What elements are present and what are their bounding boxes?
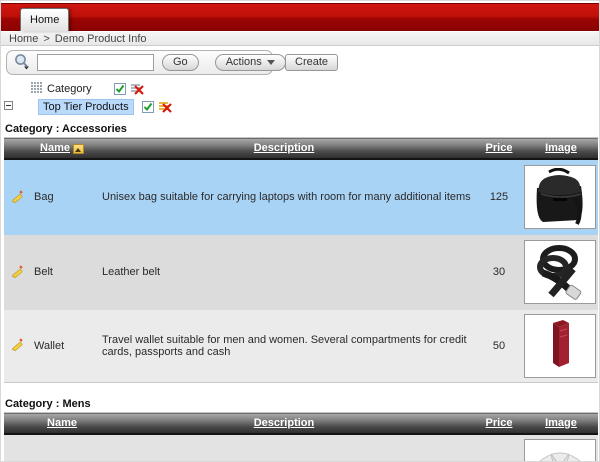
edit-column-header [4,137,30,160]
cell-price: 125 [474,158,524,235]
column-header-image-label: Image [545,141,577,154]
table-row-bag: Bag Unisex bag suitable for carrying lap… [4,158,598,235]
column-header-description-label: Description [253,141,315,154]
mens-header-row: Name Description Price Image [4,412,598,435]
cell-name: Bag [30,158,94,235]
table-row-wallet: Wallet Travel wallet suitable for men an… [4,309,598,383]
go-button-label: Go [173,56,188,68]
remove-top-tier-filter-icon[interactable] [158,101,173,114]
remove-category-break-icon[interactable] [130,83,145,96]
column-header-price[interactable]: Price [474,137,524,160]
search-input[interactable] [37,53,154,71]
search-icon[interactable] [13,53,32,71]
accessories-header-row: Name Description Price Image [4,137,598,160]
search-bar-region: Go Actions [6,49,286,75]
edit-pencil-icon[interactable] [10,264,24,281]
top-tab-bar: Home [1,3,599,31]
edit-column-header [4,412,30,435]
column-header-price-label: Price [485,141,513,154]
column-header-name[interactable]: Name [30,412,94,435]
create-button-label: Create [295,56,329,68]
column-header-image-label: Image [545,416,577,429]
column-header-price-label: Price [485,416,513,429]
belt-photo-image [524,240,596,304]
table-row-belt: Belt Leather belt 30 [4,234,598,310]
column-header-image[interactable]: Image [524,412,598,435]
create-button[interactable]: Create [285,53,339,71]
breadcrumb-home-link[interactable]: Home [9,33,38,45]
chevron-down-icon [266,59,275,65]
tab-home-label: Home [30,14,60,26]
breadcrumb-current: Demo Product Info [54,32,147,45]
category-checkbox[interactable] [113,83,126,95]
mens-report-table: Name Description Price Image [4,412,598,461]
breadcrumb-separator: > [43,32,50,45]
tree-collapse-icon[interactable] [4,101,13,110]
cell-description: Travel wallet suitable for men and women… [94,309,474,383]
accessories-report-table: Name Description Price Image Bag Unisex … [4,137,598,383]
actions-button[interactable]: Actions [214,53,286,71]
shirt-photo-image [524,438,596,461]
edit-pencil-icon[interactable] [10,189,24,206]
column-header-description-label: Description [253,416,315,429]
category-tree: Category Top Tier Products [1,78,599,115]
tree-node-top-tier-label[interactable]: Top Tier Products [38,99,134,115]
edit-pencil-icon[interactable] [10,337,24,354]
top-tier-checkbox[interactable] [141,101,154,113]
section-title-mens: Category : Mens [5,398,91,410]
tree-node-category: Category [31,81,599,97]
column-header-price[interactable]: Price [474,412,524,435]
tree-node-category-label[interactable]: Category [47,83,92,95]
table-row-shirt-partial [4,433,598,461]
column-header-name-label: Name [47,416,77,429]
toolbar: Go Actions Create [1,46,599,78]
cell-price: 30 [474,234,524,310]
sort-ascending-icon [72,143,84,154]
bag-photo-image [524,165,596,229]
column-header-image[interactable]: Image [524,137,598,160]
column-header-description[interactable]: Description [94,137,474,160]
cell-name: Belt [30,234,94,310]
wallet-photo-image [524,313,596,378]
cell-description: Unisex bag suitable for carrying laptops… [94,158,474,235]
actions-button-label: Actions [225,56,262,68]
cell-price: 50 [474,309,524,383]
cell-description: Leather belt [94,234,474,310]
column-header-name-label: Name [40,141,70,154]
breadcrumb: Home > Demo Product Info [1,31,599,46]
cell-name: Wallet [30,309,94,383]
section-title-accessories: Category : Accessories [5,123,127,135]
app-window: Home Home > Demo Product Info Go Actions [0,0,600,462]
tab-home[interactable]: Home [20,8,70,31]
go-button[interactable]: Go [162,53,199,71]
grid-break-icon [31,81,43,97]
tree-node-top-tier: Top Tier Products [1,99,599,115]
column-header-description[interactable]: Description [94,412,474,435]
column-header-name[interactable]: Name [30,137,94,160]
